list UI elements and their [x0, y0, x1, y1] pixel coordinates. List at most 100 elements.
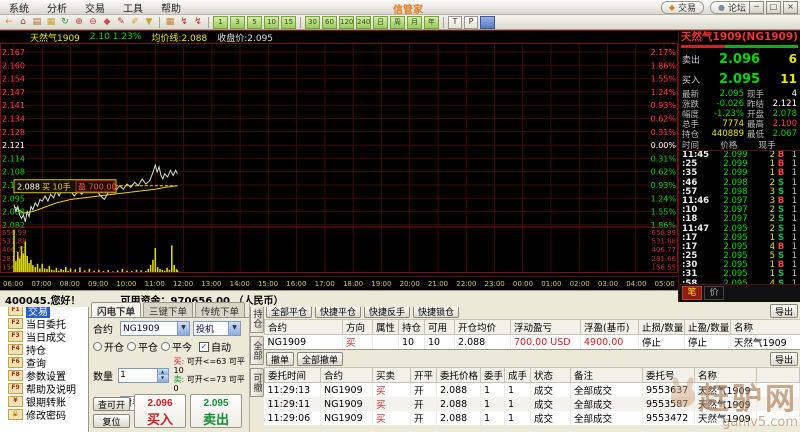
brush-icon[interactable]: ✐ [129, 17, 141, 28]
order-tab-闪电下单[interactable]: 闪电下单 [91, 302, 141, 317]
open-close-radios: 开仓平仓平今 ✓自动 [93, 339, 249, 354]
maximize-button[interactable]: □ [766, 1, 781, 14]
radio-开仓[interactable]: 开仓 [93, 339, 124, 354]
section-tab-全部[interactable]: 全部 [250, 336, 264, 365]
radio-平今[interactable]: 平今 [161, 339, 192, 354]
indicator-icon[interactable]: ◆ [101, 17, 113, 28]
intraday-chart[interactable]: 2.1672.17%2.1601.86%2.1541.55%2.1471.24%… [0, 43, 678, 273]
toolbar-p-button[interactable]: P [464, 16, 478, 29]
period-button-周[interactable]: 周 [390, 16, 405, 29]
period-button-120[interactable]: 120 [339, 16, 354, 29]
print-icon[interactable]: ▤ [31, 17, 43, 28]
export-button[interactable]: 导出 [770, 352, 798, 366]
column-header: 委手 [481, 368, 505, 383]
window-layout-icon[interactable] [480, 16, 495, 29]
contract-select[interactable]: NG1909 ▼ [120, 321, 190, 336]
period-button-1[interactable]: 1 [213, 16, 228, 29]
layout-icon[interactable]: ▦ [45, 17, 57, 28]
table-row[interactable]: 11:29:11NG1909买开2.08811成交全部成交9553587天然气1… [265, 397, 800, 411]
quote-tab-价[interactable]: 价 [704, 286, 724, 300]
period-button-10[interactable]: 10 [264, 16, 279, 29]
table-row[interactable]: 11:29:13NG1909买开2.08811成交全部成交9553637天然气1… [265, 383, 800, 398]
period-button-60[interactable]: 60 [322, 16, 337, 29]
data-table: 合约方向属性持仓可用开仓均价浮动盈亏浮盈(基币)止损/数量止盈/数量名称NG19… [264, 319, 800, 349]
quantity-input[interactable] [119, 369, 157, 380]
check-open-button[interactable]: 查可开 [93, 397, 130, 411]
minimize-button[interactable]: ─ [749, 1, 764, 14]
svg-text:2.121: 2.121 [2, 141, 25, 150]
period-button-日[interactable]: 日 [373, 16, 388, 29]
menu-item[interactable]: 分析 [38, 4, 76, 15]
hedge-select[interactable]: 投机 ▼ [193, 321, 241, 336]
chevron-down-icon: ▼ [177, 322, 189, 335]
forum-button[interactable]: ● 论坛 [710, 1, 754, 14]
menu-item[interactable]: 工具 [114, 4, 152, 15]
reset-button[interactable]: 复位 [93, 414, 130, 428]
svg-text:0.00%: 0.00% [651, 141, 677, 150]
sell-button[interactable]: 2.095 卖出 [190, 394, 242, 428]
table-row[interactable]: NG1909买10102.088700.00 USD4900.00停止停止天然气… [265, 335, 800, 350]
nav-item-icon: F2 [8, 318, 23, 329]
svg-text:1.55%: 1.55% [651, 75, 677, 84]
quantity-stepper[interactable]: ▲▼ [118, 368, 169, 383]
toolbar-separator [208, 17, 209, 28]
order-tabs: 闪电下单三键下单传统下单 [89, 302, 249, 318]
filter-icon[interactable]: ▼ [143, 17, 155, 28]
svg-text:1.55%: 1.55% [651, 208, 677, 217]
app-title: 信管家 [393, 1, 423, 16]
quote-tab-笔[interactable]: 笔 [682, 286, 702, 300]
trade-button[interactable]: ◆ 交易 [661, 1, 704, 14]
toolbar-t-button[interactable]: T [448, 16, 462, 29]
menu-item[interactable]: 系统 [0, 4, 38, 15]
svg-text:0.31%: 0.31% [651, 128, 677, 137]
period-button-240[interactable]: 240 [356, 16, 371, 29]
period-button-30[interactable]: 30 [305, 16, 320, 29]
tick-col-header: 现手 [759, 139, 797, 151]
tables-area: 全部平仓快捷平仓快捷反手快捷锁仓导出 合约方向属性持仓可用开仓均价浮动盈亏浮盈(… [264, 302, 800, 432]
button-全部撤单[interactable]: 全部撤单 [297, 352, 343, 366]
menu-item[interactable]: 帮助 [152, 4, 190, 15]
table-row[interactable]: 11:29:06NG1909买开2.08811成交全部成交9553472天然气1… [265, 411, 800, 425]
period-button-5[interactable]: 5 [247, 16, 262, 29]
edit-icon[interactable]: ✎ [115, 17, 127, 28]
ask-row[interactable]: 卖出 2.096 6 [679, 49, 800, 69]
period-button-月[interactable]: 月 [407, 16, 422, 29]
quote-title: 天然气1909(NG1909) [679, 31, 800, 44]
menu-bar: 系统分析交易工具帮助 [0, 0, 190, 15]
home-icon[interactable]: ⌂ [17, 17, 29, 28]
grid-icon[interactable]: ▦ [164, 17, 176, 28]
quote-stats: 最新2.095现手4涨跌-0.026昨结2.121幅度-1.23%开盘2.078… [679, 89, 800, 139]
bid-row[interactable]: 买入 2.095 11 [679, 69, 800, 89]
kline2-icon[interactable]: ↯ [192, 17, 204, 28]
order-tab-三键下单[interactable]: 三键下单 [143, 302, 193, 317]
kline-icon[interactable]: ↯ [178, 17, 190, 28]
order-tab-传统下单[interactable]: 传统下单 [195, 302, 245, 317]
section-tab-持仓[interactable]: 持仓 [250, 304, 264, 333]
svg-text:1.24%: 1.24% [651, 194, 677, 203]
menu-item[interactable]: 交易 [76, 4, 114, 15]
sell-avail-side: 卖: [174, 375, 185, 384]
zoom-in-icon[interactable]: ⊕ [73, 17, 85, 28]
export-button[interactable]: 导出 [770, 304, 798, 318]
period-button-3[interactable]: 3 [230, 16, 245, 29]
column-header: 合约 [265, 320, 343, 335]
auto-checkbox[interactable]: ✓自动 [199, 339, 231, 354]
section-tab-可撤[interactable]: 可撤 [250, 368, 264, 397]
time-tick: 07:00 [31, 280, 51, 288]
period-button-15[interactable]: 15 [281, 16, 296, 29]
cell: 1 [505, 383, 531, 398]
zoom-out-icon[interactable]: ⊖ [87, 17, 99, 28]
stepper-arrows[interactable]: ▲▼ [157, 369, 168, 382]
chart-avg-label: 均价线:2.088 [151, 31, 207, 44]
back-icon[interactable]: ← [3, 17, 15, 28]
cell: 天然气1909 [695, 383, 757, 398]
buy-button[interactable]: 2.096 买入 [134, 394, 186, 428]
cell: 11:29:13 [265, 383, 321, 398]
button-撤单[interactable]: 撤单 [266, 352, 294, 366]
nav-item-修改密码[interactable]: 🔒修改密码 [0, 408, 88, 421]
close-button[interactable]: × [783, 1, 798, 14]
radio-平仓[interactable]: 平仓 [127, 339, 158, 354]
cell: 2.088 [455, 335, 511, 350]
refresh-icon[interactable]: ↻ [59, 17, 71, 28]
period-button-年[interactable]: 年 [424, 16, 439, 29]
